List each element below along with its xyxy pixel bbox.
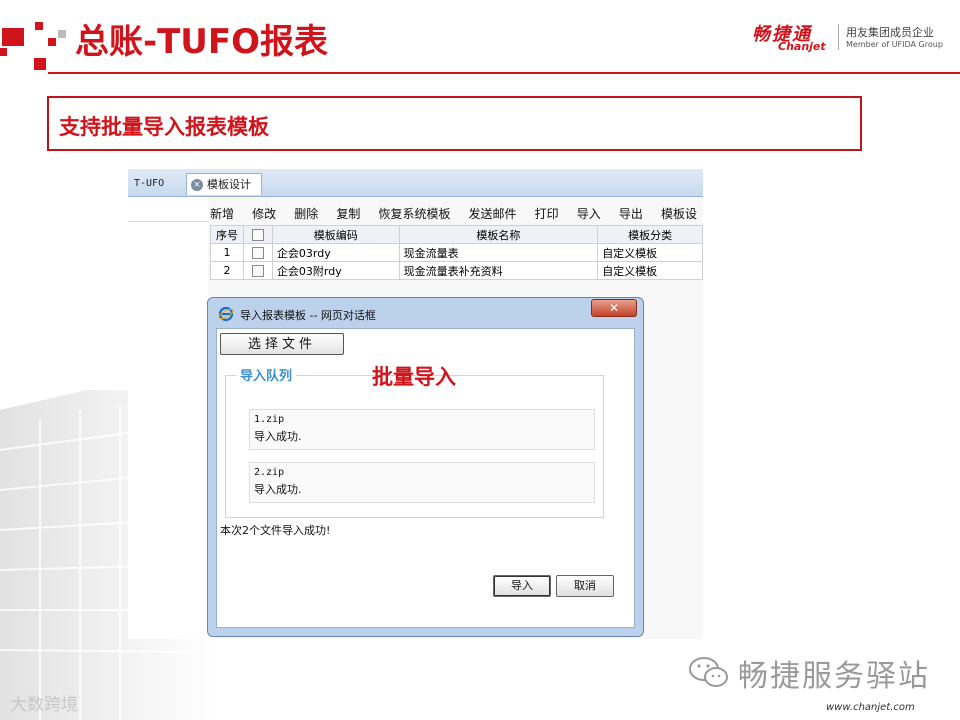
select-all-checkbox[interactable]: [251, 229, 264, 241]
tab-label: 模板设计: [207, 178, 251, 191]
decor-square: [58, 30, 66, 38]
tab-tufo[interactable]: T-UFO: [134, 173, 184, 195]
decor-square: [35, 22, 43, 30]
col-select[interactable]: [242, 225, 273, 244]
title-divider: [48, 72, 960, 74]
brand-tagline-en: Member of UFIDA Group: [846, 40, 943, 49]
col-code: 模板编码: [271, 225, 400, 244]
dialog-close-button[interactable]: ✕: [591, 299, 637, 317]
dialog-body: 选择文件 导入队列 1.zip 导入成功. 2.zip 导入成功. 批量导入 本…: [216, 328, 635, 628]
toolbar-new-button[interactable]: 新增: [210, 204, 234, 224]
toolbar-delete-button[interactable]: 删除: [294, 204, 318, 224]
decor-square: [2, 28, 24, 46]
queue-item: 2.zip 导入成功.: [249, 462, 595, 503]
queue-item: 1.zip 导入成功.: [249, 409, 595, 450]
watermark: 大数跨境: [10, 695, 78, 715]
batch-import-annotation: 批量导入: [372, 365, 456, 389]
queue-label: 导入队列: [236, 365, 297, 384]
cell-category: 自定义模板: [597, 261, 703, 280]
wechat-account: 畅捷服务驿站: [738, 659, 930, 694]
dialog-title: 导入报表模板 -- 网页对话框: [240, 309, 376, 322]
col-no: 序号: [210, 225, 244, 244]
slide-title: 总账-TUFO报表: [75, 22, 329, 62]
cell-no: 2: [210, 261, 244, 280]
footer-url[interactable]: www.chanjet.com: [826, 702, 915, 713]
decor-square: [0, 48, 7, 56]
row-checkbox[interactable]: [251, 247, 264, 259]
import-summary: 本次2个文件导入成功!: [220, 524, 331, 537]
import-queue: 导入队列 1.zip 导入成功. 2.zip 导入成功.: [225, 365, 604, 518]
toolbar-import-button[interactable]: 导入: [577, 204, 601, 224]
queue-item-status: 导入成功.: [254, 483, 302, 496]
tab-bar: T-UFO × 模板设计: [128, 169, 703, 197]
brand-tagline-cn: 用友集团成员企业: [846, 26, 934, 39]
choose-file-button[interactable]: 选择文件: [220, 333, 344, 355]
cell-name: 现金流量表补充资料: [398, 261, 599, 280]
decor-square: [48, 38, 56, 46]
toolbar-export-button[interactable]: 导出: [619, 204, 643, 224]
cell-name: 现金流量表: [398, 243, 599, 262]
brand-divider: [838, 24, 839, 50]
tab-template-design[interactable]: × 模板设计: [186, 173, 262, 195]
left-panel-header: [128, 197, 208, 222]
cell-category: 自定义模板: [597, 243, 703, 262]
decor-square: [34, 58, 46, 70]
toolbar-copy-button[interactable]: 复制: [336, 204, 360, 224]
cancel-button[interactable]: 取消: [556, 575, 614, 597]
import-button[interactable]: 导入: [493, 575, 551, 597]
table-header: 序号 模板编码 模板名称 模板分类: [210, 225, 703, 244]
subtitle: 支持批量导入报表模板: [59, 115, 269, 139]
col-name: 模板名称: [398, 225, 599, 244]
toolbar: 新增 修改 删除 复制 恢复系统模板 发送邮件 打印 导入 导出 模板设: [210, 203, 703, 223]
cell-code: 企会03附rdy: [271, 261, 400, 280]
table-row[interactable]: 1 企会03rdy 现金流量表 自定义模板: [210, 243, 703, 262]
template-table: 序号 模板编码 模板名称 模板分类 1 企会03rdy 现金流量表 自定义模板 …: [210, 225, 703, 280]
queue-item-file: 1.zip: [254, 414, 285, 425]
import-dialog: 导入报表模板 -- 网页对话框 ✕ 选择文件 导入队列 1.zip 导入成功. …: [207, 297, 644, 637]
brand-logo: 畅捷通 Chanjet: [752, 20, 834, 56]
toolbar-print-button[interactable]: 打印: [535, 204, 559, 224]
brand-name-en: Chanjet: [778, 40, 826, 53]
table-row[interactable]: 2 企会03附rdy 现金流量表补充资料 自定义模板: [210, 261, 703, 280]
cell-no: 1: [210, 243, 244, 262]
toolbar-restore-button[interactable]: 恢复系统模板: [378, 204, 450, 224]
left-panel: [128, 197, 208, 639]
col-category: 模板分类: [597, 225, 703, 244]
row-checkbox[interactable]: [251, 265, 264, 277]
toolbar-email-button[interactable]: 发送邮件: [469, 204, 517, 224]
cell-select[interactable]: [242, 261, 273, 280]
queue-item-file: 2.zip: [254, 467, 285, 478]
ie-icon: [218, 306, 234, 322]
queue-item-status: 导入成功.: [254, 430, 302, 443]
cell-code: 企会03rdy: [271, 243, 400, 262]
toolbar-template-button[interactable]: 模板设: [661, 204, 697, 224]
wechat-icon: [689, 657, 728, 687]
cell-select[interactable]: [242, 243, 273, 262]
subtitle-box: 支持批量导入报表模板: [47, 96, 862, 151]
close-icon[interactable]: ×: [191, 179, 203, 191]
toolbar-edit-button[interactable]: 修改: [252, 204, 276, 224]
